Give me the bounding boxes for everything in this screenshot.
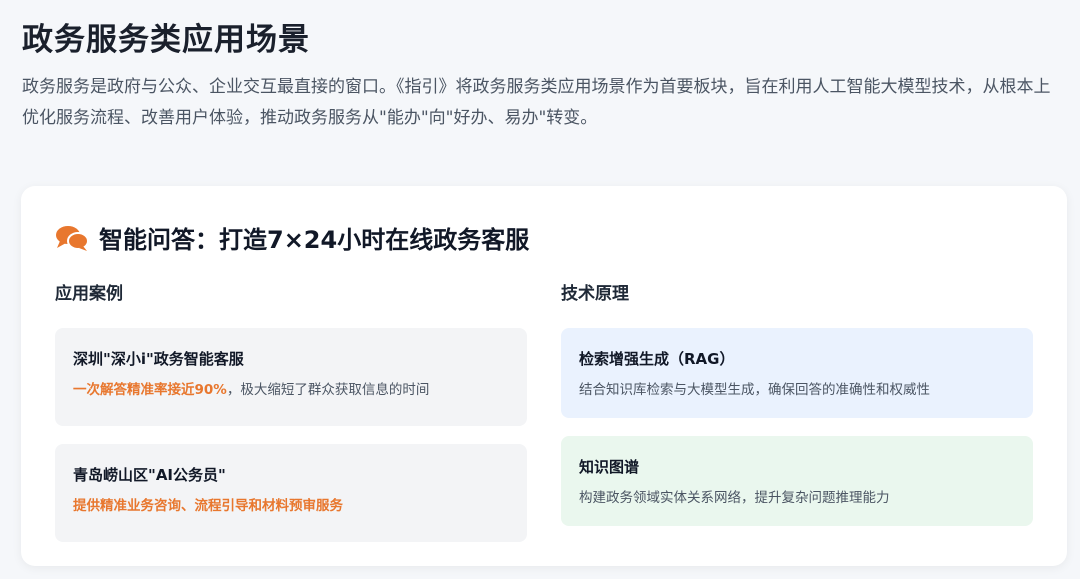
case-title: 青岛崂山区"AI公务员" (73, 466, 226, 484)
case-item-qingdao: 青岛崂山区"AI公务员" 提供精准业务咨询、流程引导和材料预审服务 (55, 444, 527, 542)
intro-paragraph: 政务服务是政府与公众、企业交互最直接的窗口。《指引》将政务服务类应用场景作为首要… (22, 77, 1051, 128)
case-desc-text: ，极大缩短了群众获取信息的时间 (226, 382, 430, 398)
tech-title: 知识图谱 (579, 458, 640, 476)
cases-heading: 应用案例 (55, 284, 123, 304)
chat-bubbles-icon (56, 225, 89, 251)
case-title: 深圳"深小i"政务智能客服 (73, 350, 244, 368)
tech-heading: 技术原理 (561, 284, 629, 304)
tech-desc: 结合知识库检索与大模型生成，确保回答的准确性和权威性 (579, 382, 930, 398)
cases-column: 应用案例 深圳"深小i"政务智能客服 一次解答精准率接近90%，极大缩短了群众获… (55, 282, 527, 560)
tech-item-rag: 检索增强生成（RAG） 结合知识库检索与大模型生成，确保回答的准确性和权威性 (561, 328, 1033, 418)
tech-desc: 构建政务领域实体关系网络，提升复杂问题推理能力 (579, 490, 890, 506)
card-title: 智能问答：打造7×24小时在线政务客服 (99, 226, 530, 254)
case-item-shenzhen: 深圳"深小i"政务智能客服 一次解答精准率接近90%，极大缩短了群众获取信息的时… (55, 328, 527, 426)
page-title: 政务服务类应用场景 (22, 22, 310, 58)
tech-column: 技术原理 检索增强生成（RAG） 结合知识库检索与大模型生成，确保回答的准确性和… (561, 282, 1033, 544)
case-highlight: 一次解答精准率接近90% (73, 382, 227, 398)
tech-title: 检索增强生成（RAG） (579, 350, 735, 368)
smart-qa-card: 智能问答：打造7×24小时在线政务客服 应用案例 深圳"深小i"政务智能客服 一… (21, 186, 1067, 566)
case-highlight: 提供精准业务咨询、流程引导和材料预审服务 (73, 498, 343, 514)
case-desc: 一次解答精准率接近90%，极大缩短了群众获取信息的时间 (73, 380, 509, 400)
tech-item-knowledge-graph: 知识图谱 构建政务领域实体关系网络，提升复杂问题推理能力 (561, 436, 1033, 526)
card-header: 智能问答：打造7×24小时在线政务客服 (55, 220, 529, 255)
case-desc: 提供精准业务咨询、流程引导和材料预审服务 (73, 496, 509, 516)
